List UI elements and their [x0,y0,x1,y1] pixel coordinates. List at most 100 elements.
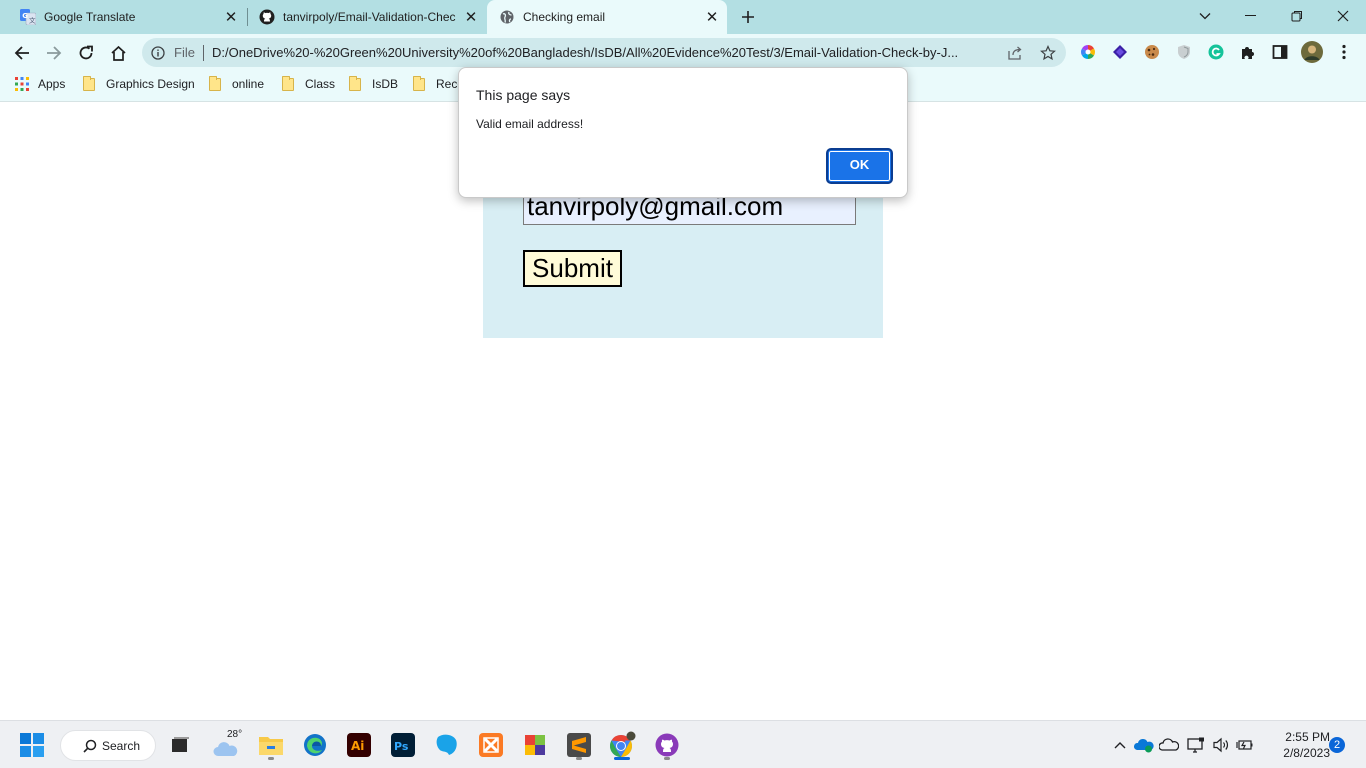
share-icon[interactable] [1006,38,1026,67]
alert-title: This page says [476,87,571,103]
illustrator-icon: Ai [347,733,371,757]
chevron-down-icon [1199,13,1211,20]
chrome-icon [610,731,636,757]
url-text: D:/OneDrive%20-%20Green%20University%20o… [212,45,959,60]
weather-temperature: 28° [227,729,243,740]
close-icon[interactable]: ✕ [462,8,480,26]
search-icon [83,739,97,753]
bookmark-folder-graphics-design[interactable]: Graphics Design [83,72,195,96]
close-icon[interactable]: ✕ [222,8,240,26]
layers-extension-icon[interactable] [1111,43,1129,61]
cookie-extension-icon[interactable] [1143,43,1161,61]
tab-title: Google Translate [44,10,136,24]
edge-button[interactable] [299,729,331,761]
chrome-button[interactable] [606,729,638,761]
github-desktop-icon [655,733,679,757]
blue-shape-app-icon [436,734,457,755]
network-display-icon[interactable] [1186,735,1206,755]
task-view-icon [172,737,189,752]
alert-dialog: This page says Valid email address! OK [458,67,908,198]
clock-date: 2/8/2023 [1283,746,1330,760]
taskbar-clock[interactable]: 2:55 PM 2/8/2023 [1262,729,1330,761]
app-blue-shape-button[interactable] [431,729,463,761]
file-explorer-button[interactable] [255,729,287,761]
puzzle-extensions-icon[interactable] [1239,43,1257,61]
tab-github[interactable]: tanvirpoly/Email-Validation-Chec ✕ [247,0,486,34]
onedrive-sync-icon[interactable] [1134,735,1154,755]
google-translate-icon: G 文 [20,9,36,25]
alert-message: Valid email address! [476,117,584,131]
speaker-icon[interactable] [1211,735,1231,755]
bookmark-folder-isdb[interactable]: IsDB [349,72,398,96]
xampp-icon [479,733,503,757]
tab-title: Checking email [523,10,606,24]
running-indicator [268,757,274,760]
app-colorful-blocks-button[interactable] [519,729,551,761]
plus-icon [742,11,754,23]
tab-title: tanvirpoly/Email-Validation-Chec [283,10,456,24]
bookmark-label: Graphics Design [106,77,195,91]
submit-button[interactable]: Submit [523,250,622,287]
close-window-button[interactable] [1320,0,1366,32]
sublime-text-button[interactable] [563,729,595,761]
folder-icon [83,75,95,91]
color-wheel-extension-icon[interactable] [1079,43,1097,61]
ok-button[interactable]: OK [826,148,893,184]
address-divider [203,45,204,61]
xampp-button[interactable] [475,729,507,761]
folder-icon [349,75,361,91]
folder-icon [413,75,425,91]
folder-icon [282,75,294,91]
bookmark-folder-online[interactable]: online [209,72,264,96]
info-icon[interactable] [150,38,166,67]
bookmark-apps[interactable]: Apps [15,72,65,96]
svg-text:Ps: Ps [394,740,409,753]
taskbar-search[interactable]: Search [60,730,156,761]
notification-badge[interactable]: 2 [1329,737,1345,753]
tab-google-translate[interactable]: G 文 Google Translate ✕ [8,0,246,34]
menu-kebab-icon[interactable] [1335,43,1353,61]
profile-avatar[interactable] [1301,41,1323,63]
address-bar[interactable]: File D:/OneDrive%20-%20Green%20Universit… [142,38,1066,67]
bookmark-star-icon[interactable] [1038,38,1058,67]
github-desktop-button[interactable] [651,729,683,761]
bookmark-folder-class[interactable]: Class [282,72,335,96]
new-tab-button[interactable] [732,1,764,33]
weather-widget[interactable]: 28° [211,729,247,761]
restore-button[interactable] [1274,0,1320,32]
close-icon[interactable]: ✕ [703,8,721,26]
tab-search-button[interactable] [1182,0,1228,32]
side-panel-icon[interactable] [1271,43,1289,61]
back-button[interactable] [6,37,38,69]
tab-strip: G 文 Google Translate ✕ tanvirpoly/Email-… [0,0,1366,34]
restore-icon [1291,11,1302,22]
shield-extension-icon[interactable] [1175,43,1193,61]
illustrator-button[interactable]: Ai [343,729,375,761]
grammarly-extension-icon[interactable] [1207,43,1225,61]
start-button[interactable] [16,729,48,761]
photoshop-button[interactable]: Ps [387,729,419,761]
task-view-button[interactable] [164,729,196,761]
bookmark-label: Apps [38,77,66,91]
running-indicator [576,757,582,760]
folder-icon [259,737,283,755]
active-indicator [614,757,630,760]
arrow-left-icon [14,46,29,60]
minimize-icon [1245,15,1256,16]
clock-time: 2:55 PM [1285,730,1330,744]
bookmark-folder-recent[interactable]: Rece [413,72,464,96]
folder-icon [209,75,221,91]
edge-icon [304,734,326,756]
minimize-button[interactable] [1228,0,1274,32]
svg-text:G: G [22,12,28,20]
cloud-icon[interactable] [1159,735,1179,755]
tab-checking-email[interactable]: Checking email ✕ [487,0,727,34]
svg-text:Ai: Ai [351,739,364,753]
battery-icon[interactable] [1235,735,1255,755]
home-button[interactable] [102,37,134,69]
forward-button[interactable] [38,37,70,69]
close-icon [1337,10,1349,22]
reload-button[interactable] [70,37,102,69]
chevron-up-icon[interactable] [1110,735,1130,755]
bookmark-label: online [232,77,265,91]
